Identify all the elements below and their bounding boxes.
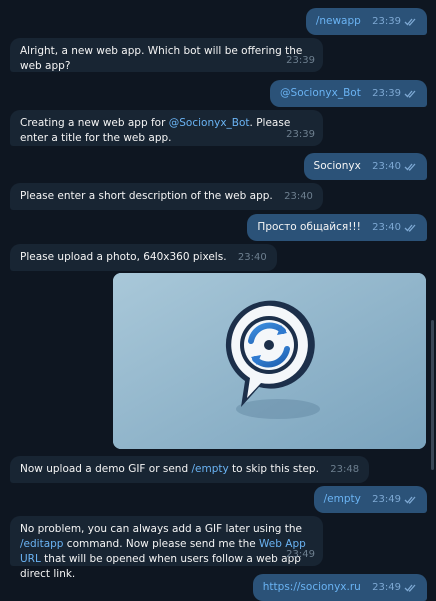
message-incoming[interactable]: Please upload a photo, 640x360 pixels. 2… [10, 244, 277, 271]
message-text: Please enter a short description of the … [20, 190, 273, 202]
message-time: 23:39 [286, 55, 315, 66]
message-text[interactable]: /empty [324, 493, 361, 505]
message-text[interactable]: /newapp [316, 15, 361, 27]
message-outgoing[interactable]: https://socionyx.ru 23:49 [252, 574, 427, 601]
message-meta: 23:39 [286, 127, 315, 142]
photo-message[interactable] [113, 273, 426, 449]
message-meta: 23:40 [372, 159, 417, 174]
message-text: Просто общайся!!! [257, 221, 361, 233]
message-text-before: Creating a new web app for [20, 117, 169, 129]
message-outgoing[interactable]: Socionyx 23:40 [303, 153, 427, 180]
message-incoming[interactable]: Please enter a short description of the … [10, 183, 323, 210]
message-meta: 23:39 [372, 14, 417, 29]
message-mention[interactable]: @Socionyx_Bot [280, 87, 361, 99]
message-time: 23:40 [284, 191, 313, 202]
message-text-after: to skip this step. [228, 463, 319, 475]
message-meta: 23:40 [238, 250, 267, 265]
message-meta: 23:48 [330, 462, 359, 477]
message-outgoing[interactable]: Просто общайся!!! 23:40 [247, 214, 427, 241]
message-outgoing[interactable]: @Socionyx_Bot 23:39 [270, 80, 427, 107]
message-meta: 23:49 [372, 580, 417, 595]
message-text-before: No problem, you can always add a GIF lat… [20, 523, 306, 535]
message-time: 23:39 [286, 129, 315, 140]
message-text: Alright, a new web app. Which bot will b… [20, 45, 306, 72]
message-time: 23:40 [372, 161, 401, 172]
message-meta: 23:39 [372, 86, 417, 101]
message-meta: 23:49 [372, 492, 417, 507]
message-incoming[interactable]: Alright, a new web app. Which bot will b… [10, 38, 323, 72]
message-time: 23:39 [372, 16, 401, 27]
read-checkmarks-icon [404, 163, 416, 171]
message-incoming[interactable]: Now upload a demo GIF or send /empty to … [10, 456, 370, 483]
message-meta: 23:39 [286, 53, 315, 68]
read-checkmarks-icon [404, 224, 416, 232]
message-mention[interactable]: @Socionyx_Bot [169, 117, 250, 129]
bot-logo-image[interactable] [113, 273, 426, 449]
read-checkmarks-icon [404, 90, 416, 98]
read-checkmarks-icon [404, 18, 416, 26]
chat-history: /newapp 23:39 Alright, a new web app. Wh… [0, 0, 436, 601]
message-url[interactable]: https://socionyx.ru [263, 581, 361, 593]
message-outgoing[interactable]: /empty 23:49 [313, 486, 427, 513]
message-meta: 23:40 [284, 189, 313, 204]
message-time: 23:49 [372, 582, 401, 593]
message-time: 23:40 [372, 222, 401, 233]
message-incoming[interactable]: Creating a new web app for @Socionyx_Bot… [10, 110, 323, 146]
message-meta: 23:40 [372, 220, 417, 235]
message-text: Socionyx [313, 160, 361, 172]
message-time: 23:49 [286, 549, 315, 560]
message-meta: 23:49 [286, 547, 315, 562]
read-checkmarks-icon [404, 496, 416, 504]
command-link[interactable]: /empty [191, 463, 228, 475]
command-link[interactable]: /editapp [20, 538, 63, 550]
message-outgoing[interactable]: /newapp 23:39 [305, 8, 427, 35]
message-text-before: Now upload a demo GIF or send [20, 463, 192, 475]
message-time: 23:49 [372, 494, 401, 505]
message-text: Please upload a photo, 640x360 pixels. [20, 251, 227, 263]
message-time: 23:48 [330, 464, 360, 475]
read-checkmarks-icon [404, 584, 416, 592]
message-text-middle: command. Now please send me the [63, 538, 260, 550]
message-incoming[interactable]: No problem, you can always add a GIF lat… [10, 516, 323, 580]
message-time: 23:40 [237, 252, 267, 263]
scrollbar[interactable] [431, 320, 434, 470]
message-time: 23:39 [372, 88, 401, 99]
